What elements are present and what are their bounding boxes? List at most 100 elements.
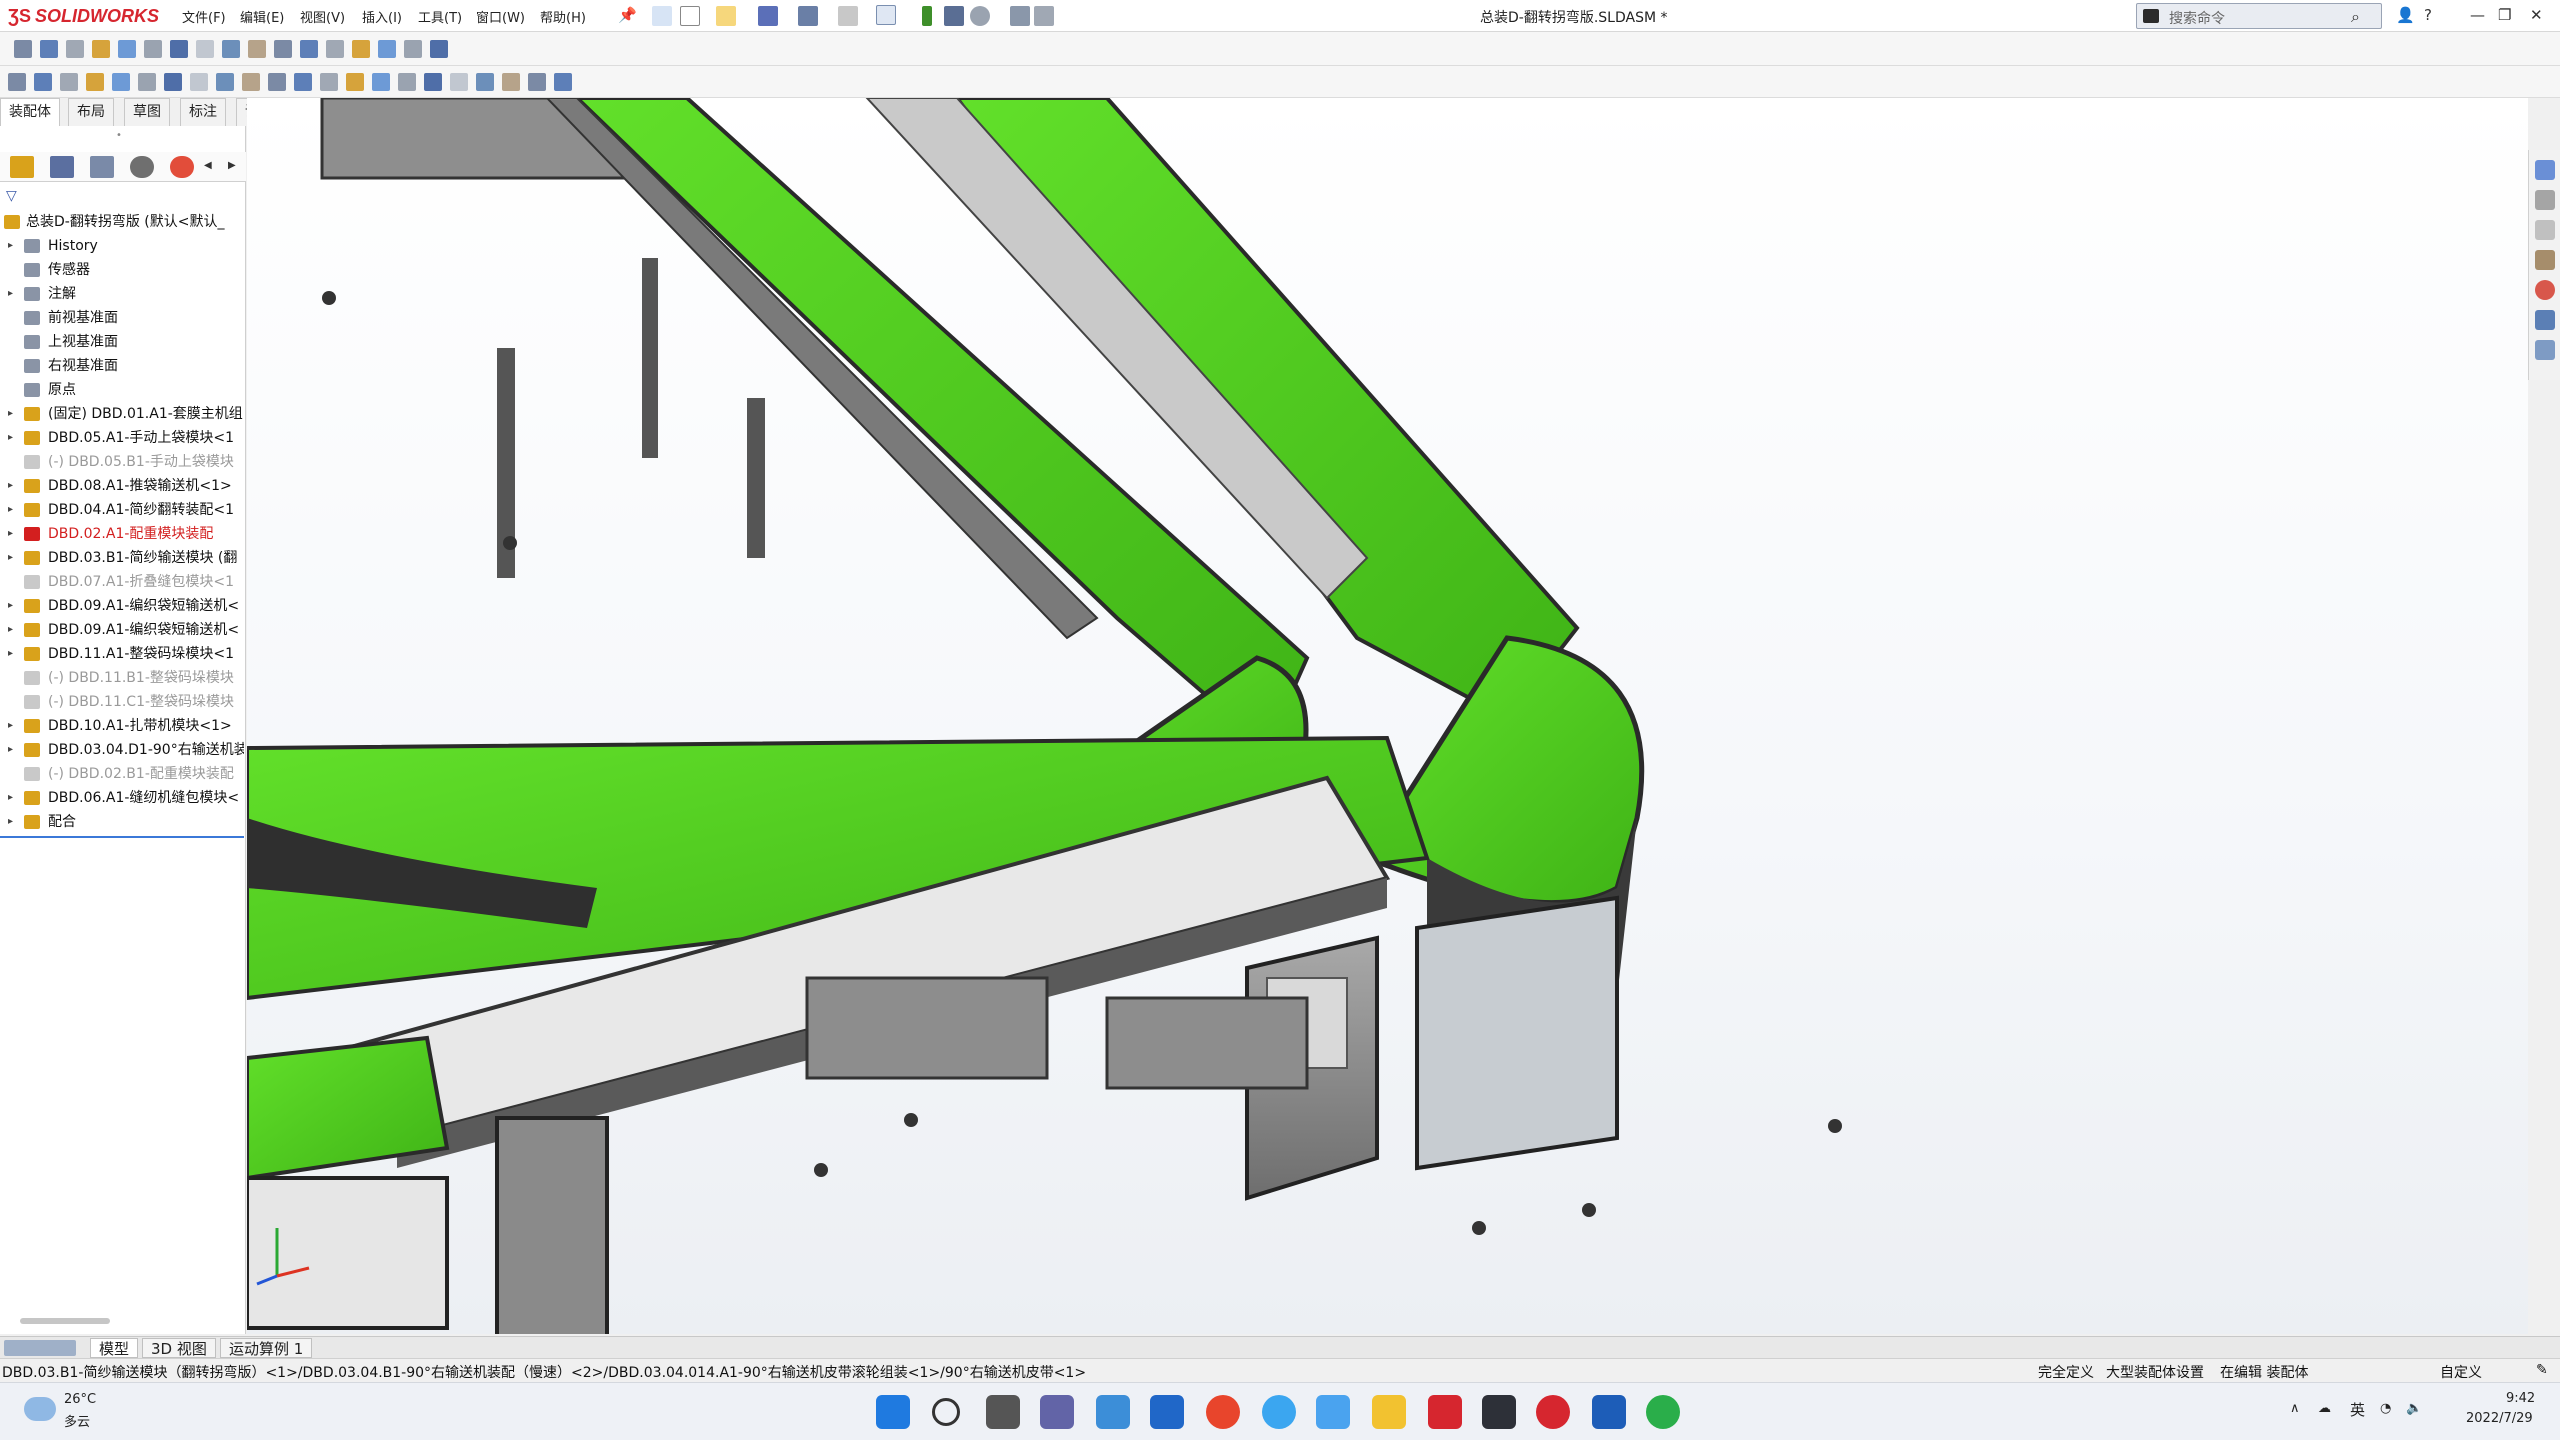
tree-item[interactable]: (-) DBD.02.B1-配重模块装配 [0,762,244,786]
filter-icon[interactable]: ▽ [6,188,17,204]
mate-icon[interactable] [274,40,292,58]
wifi-icon[interactable]: ◔ [2380,1401,2391,1416]
tree-item[interactable]: 前视基准面 [0,306,244,330]
expand-arrow-icon[interactable]: ▸ [8,738,13,762]
expand-arrow-icon[interactable]: ▸ [8,234,13,258]
tree-item[interactable]: ▸ DBD.05.A1-手动上袋模块<1 [0,426,244,450]
instant3d-icon[interactable] [216,73,234,91]
forum-icon[interactable] [2535,340,2555,360]
expand-arrow-icon[interactable]: ▸ [8,618,13,642]
widgets-icon[interactable] [1096,1395,1130,1429]
expand-arrow-icon[interactable]: ▸ [8,546,13,570]
chrome-icon[interactable] [1206,1395,1240,1429]
minimize-button[interactable]: — [2470,6,2485,24]
menu-item[interactable]: 帮助(H) [540,7,586,26]
edge-icon[interactable] [1262,1395,1296,1429]
print-icon[interactable] [798,6,818,26]
user-icon[interactable]: 👤 [2396,6,2415,24]
units-status[interactable]: 自定义 [2440,1362,2482,1382]
tree-item[interactable]: ▸ DBD.09.A1-编织袋短输送机< [0,594,244,618]
new-document-icon[interactable] [680,6,700,26]
exploded-view-icon[interactable] [112,73,130,91]
move-component-icon[interactable] [66,40,84,58]
exploded-view-icon[interactable] [118,40,136,58]
interference-icon[interactable] [404,40,422,58]
instant3d-icon[interactable] [222,40,240,58]
tree-item[interactable]: ▸ DBD.08.A1-推袋输送机<1> [0,474,244,498]
tab-scroll-right-icon[interactable]: ▶ [228,160,236,171]
tree-item[interactable]: 传感器 [0,258,244,282]
menu-item[interactable]: 编辑(E) [240,7,284,26]
tree-item[interactable]: ▸ 配合 [0,810,244,834]
expand-arrow-icon[interactable]: ▸ [8,594,13,618]
instant3d-icon[interactable] [476,73,494,91]
view-palette-icon[interactable] [2535,250,2555,270]
pin-icon[interactable]: 📌 [618,6,638,26]
interference-icon[interactable] [398,73,416,91]
graphics-area[interactable] [247,98,2528,1334]
feishu-icon[interactable] [1316,1395,1350,1429]
command-tab[interactable]: 草图 [124,98,170,126]
tooltip-icon[interactable]: ✎ [2536,1362,2548,1378]
measure-icon[interactable] [430,40,448,58]
expand-arrow-icon[interactable]: ▸ [8,522,13,546]
rebuild-icon[interactable] [1010,6,1030,26]
clock-time[interactable]: 9:42 [2506,1391,2535,1406]
options-gear-icon[interactable] [970,6,990,26]
command-tab[interactable]: 装配体 [0,98,60,126]
tab-3d-view[interactable]: 3D 视图 [142,1338,216,1358]
section-view-icon[interactable] [450,73,468,91]
tab-model[interactable]: 模型 [90,1338,139,1358]
smart-fastener-icon[interactable] [346,73,364,91]
command-tab[interactable]: 标注 [180,98,226,126]
tree-item[interactable]: ▸ DBD.06.A1-缝纫机缝包模块< [0,786,244,810]
design-library-icon[interactable] [2535,190,2555,210]
tree-item[interactable]: (-) DBD.11.C1-整袋码垛模块 [0,690,244,714]
traffic-light-icon[interactable] [922,6,932,26]
word-icon[interactable] [1592,1395,1626,1429]
tree-item[interactable]: ▸ (固定) DBD.01.A1-套膜主机组 [0,402,244,426]
file-explorer-icon[interactable] [2535,220,2555,240]
file-properties-icon[interactable] [944,6,964,26]
mate-icon[interactable] [268,73,286,91]
tree-item[interactable]: ▸ DBD.10.A1-扎带机模块<1> [0,714,244,738]
input-method[interactable]: 英 [2350,1399,2365,1420]
dimxpert-tab-icon[interactable] [130,156,154,178]
volume-icon[interactable]: 🔈 [2406,1401,2422,1416]
menu-item[interactable]: 文件(F) [182,7,226,26]
restore-button[interactable]: ❐ [2498,6,2511,24]
menu-item[interactable]: 视图(V) [300,7,345,26]
search-taskbar-icon[interactable] [932,1398,960,1426]
expand-arrow-icon[interactable]: ▸ [8,498,13,522]
insert-component-icon[interactable] [34,73,52,91]
tree-item[interactable]: ▸ DBD.03.B1-简纱输送模块 (翻 [0,546,244,570]
appearances-icon[interactable] [2535,280,2555,300]
tree-item[interactable]: ▸ DBD.04.A1-简纱翻转装配<1 [0,498,244,522]
tree-item[interactable]: 原点 [0,378,244,402]
measure-icon[interactable] [164,73,182,91]
expand-arrow-icon[interactable]: ▸ [8,426,13,450]
measure-icon[interactable] [170,40,188,58]
menu-item[interactable]: 插入(I) [362,7,402,26]
weather-icon[interactable] [24,1397,56,1421]
configuration-manager-tab-icon[interactable] [90,156,114,178]
tree-item[interactable]: ▸ DBD.03.04.D1-90°右输送机装 [0,738,244,762]
home-icon[interactable] [652,6,672,26]
smart-fastener-icon[interactable] [352,40,370,58]
teams-chat-icon[interactable] [1040,1395,1074,1429]
insert-component-icon[interactable] [40,40,58,58]
app-red-circle-icon[interactable] [1536,1395,1570,1429]
tab-navigation-arrows[interactable] [4,1340,76,1356]
expand-arrow-icon[interactable]: ▸ [8,402,13,426]
section-view-icon[interactable] [190,73,208,91]
undo-icon[interactable] [838,6,858,26]
solidworks-logo[interactable]: ƷS SOLIDWORKS [8,3,159,29]
solidworks-taskbar-icon[interactable] [1428,1395,1462,1429]
tab-scroll-left-icon[interactable]: ◀ [204,160,212,171]
insert-component-icon[interactable] [554,73,572,91]
interference-icon[interactable] [144,40,162,58]
tree-item[interactable]: 上视基准面 [0,330,244,354]
tray-expand-icon[interactable]: ∧ [2290,1401,2300,1416]
move-component-icon[interactable] [320,73,338,91]
search-input[interactable]: 搜索命令 [2169,8,2225,28]
